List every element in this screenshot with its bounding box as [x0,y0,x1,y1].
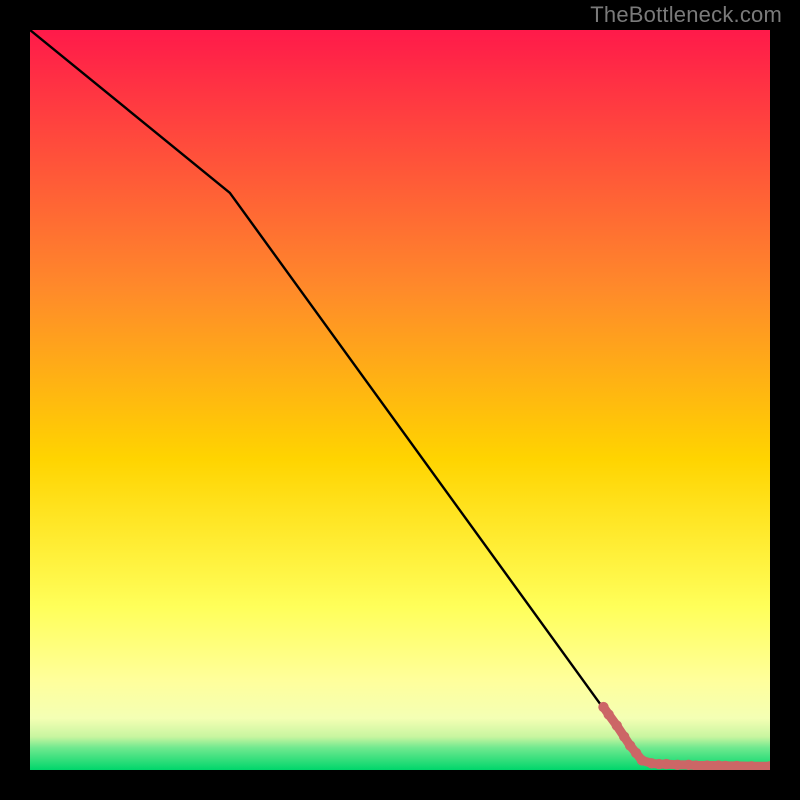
watermark-text: TheBottleneck.com [590,2,782,28]
chart-background [30,30,770,770]
highlight-point [637,755,647,765]
highlight-point [603,709,613,719]
highlight-point [612,720,622,730]
highlight-point [619,732,629,742]
chart-plot [30,30,770,770]
chart-svg [30,30,770,770]
chart-frame: TheBottleneck.com [0,0,800,800]
highlight-point [661,759,671,769]
highlight-point [672,760,682,770]
